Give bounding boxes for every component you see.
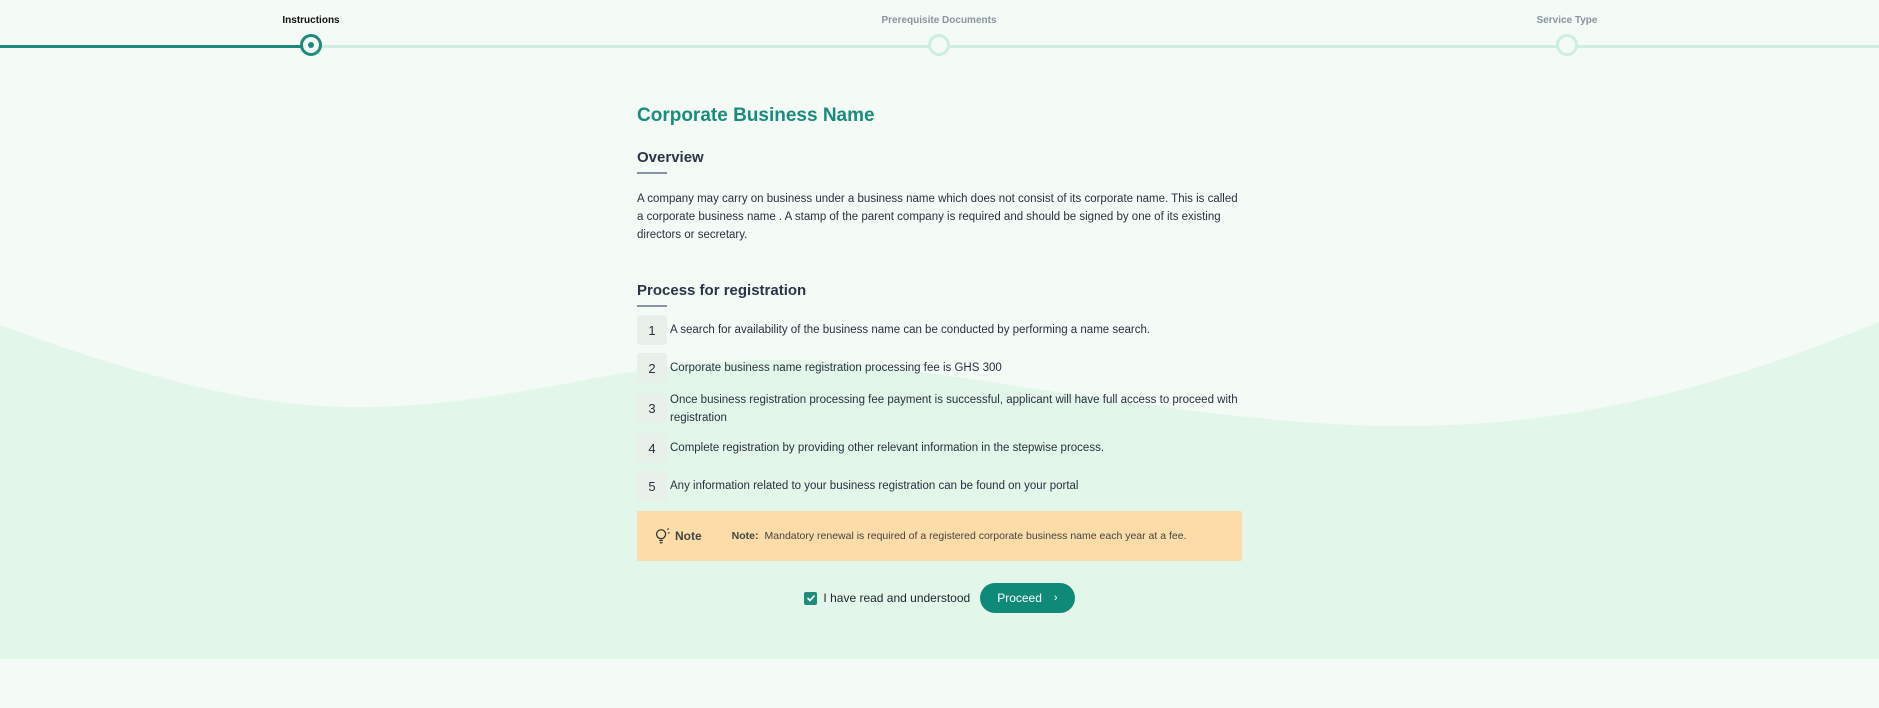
step-label-instructions[interactable]: Instructions (282, 15, 339, 26)
process-step: 5 Any information related to your busine… (637, 471, 1242, 501)
proceed-label: Proceed (997, 591, 1042, 605)
step-indicator-service-type[interactable] (1556, 34, 1578, 56)
step-indicator-instructions[interactable] (300, 34, 322, 56)
checkmark-icon (806, 594, 816, 602)
step-number: 5 (637, 471, 667, 501)
process-underline (637, 305, 667, 307)
chevron-right-icon: › (1053, 592, 1058, 604)
note-callout: Note Note: Mandatory renewal is required… (637, 511, 1242, 561)
step-number: 2 (637, 353, 667, 383)
process-step: 3 Once business registration processing … (637, 389, 1242, 427)
step-text: Complete registration by providing other… (670, 442, 1105, 454)
note-text: Mandatory renewal is required of a regis… (764, 530, 1187, 542)
step-number: 1 (637, 315, 667, 345)
step-text: Once business registration processing fe… (670, 394, 1238, 424)
step-text: Any information related to your business… (670, 480, 1079, 492)
note-prefix: Note: (731, 530, 759, 542)
stepper-progress-fill (0, 45, 311, 48)
step-text: A search for availability of the busines… (670, 324, 1151, 336)
step-label-prerequisite-documents[interactable]: Prerequisite Documents (881, 15, 996, 26)
confirmation-row: I have read and understood Proceed › (637, 583, 1242, 613)
instructions-panel: Corporate Business Name Overview A compa… (637, 100, 1242, 613)
overview-heading: Overview (637, 149, 704, 166)
process-heading: Process for registration (637, 282, 807, 299)
progress-stepper: Instructions Prerequisite Documents Serv… (0, 0, 1879, 60)
lightbulb-icon (655, 527, 670, 544)
step-number: 4 (637, 433, 667, 463)
proceed-button[interactable]: Proceed › (980, 583, 1075, 613)
process-step: 4 Complete registration by providing oth… (637, 433, 1242, 463)
note-label: Note (675, 529, 702, 543)
step-text: Corporate business name registration pro… (670, 362, 1002, 374)
step-number: 3 (637, 393, 667, 423)
process-step: 2 Corporate business name registration p… (637, 353, 1242, 383)
step-indicator-prerequisite-documents[interactable] (928, 34, 950, 56)
read-understood-checkbox[interactable] (804, 591, 818, 605)
step-label-service-type[interactable]: Service Type (1537, 15, 1598, 26)
read-understood-label[interactable]: I have read and understood (823, 591, 970, 605)
overview-text: A company may carry on business under a … (637, 193, 1238, 241)
overview-underline (637, 172, 667, 174)
process-step: 1 A search for availability of the busin… (637, 315, 1242, 345)
process-steps-list: 1 A search for availability of the busin… (637, 315, 1242, 501)
page-title: Corporate Business Name (637, 105, 875, 126)
